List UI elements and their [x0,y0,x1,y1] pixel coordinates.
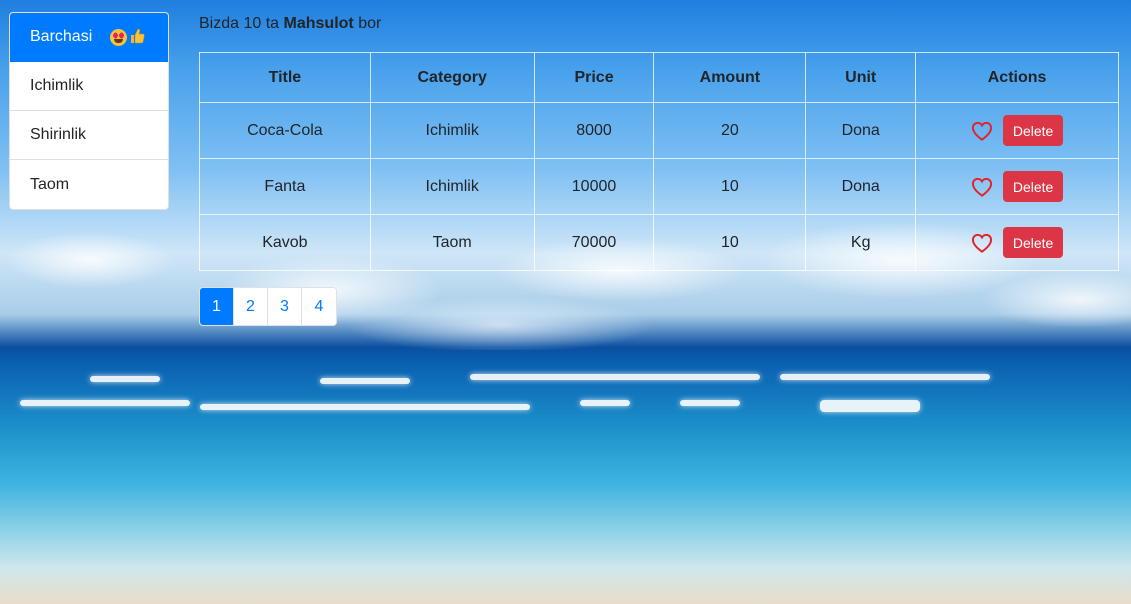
products-table: Title Category Price Amount Unit Actions… [199,52,1119,271]
header-price: Price [533,52,655,103]
info-suffix: bor [358,15,382,32]
pagination: 1 2 3 4 [199,287,337,326]
table-header-row: Title Category Price Amount Unit Actions [199,52,1119,103]
table-row: Coca-Cola Ichimlik 8000 20 Dona Delete [199,102,1119,159]
sidebar-item-label: Barchasi [30,28,93,45]
thumbs-up-emoji-icon [129,28,145,47]
cell-amount: 10 [653,158,807,215]
cell-actions: Delete [915,158,1119,215]
cell-amount: 10 [653,214,807,271]
cell-unit: Dona [805,158,917,215]
table-row: Fanta Ichimlik 10000 10 Dona Delete [199,158,1119,215]
cell-unit: Kg [805,214,917,271]
cell-price: 10000 [533,158,655,215]
cell-title: Kavob [199,214,371,271]
sidebar-item-shirinlik[interactable]: Shirinlik [10,111,168,160]
star-struck-emoji-icon [110,28,128,46]
sidebar-item-barchasi[interactable]: Barchasi [10,13,168,62]
header-amount: Amount [653,52,807,103]
heart-icon[interactable] [971,233,993,253]
page-1-button[interactable]: 1 [200,288,234,325]
cell-title: Fanta [199,158,371,215]
cell-title: Coca-Cola [199,102,371,159]
cell-actions: Delete [915,102,1119,159]
category-sidebar: Barchasi Ichimlik Shirinlik Taom [9,12,169,210]
info-highlight: Mahsulot [283,15,354,32]
sidebar-item-taom[interactable]: Taom [10,160,168,209]
header-actions: Actions [915,52,1119,103]
cell-category: Ichimlik [369,102,535,159]
header-unit: Unit [805,52,917,103]
info-prefix: Bizda 10 ta [199,15,280,32]
cell-category: Ichimlik [369,158,535,215]
delete-button[interactable]: Delete [1002,171,1064,202]
header-title: Title [199,52,371,103]
table-row: Kavob Taom 70000 10 Kg Delete [199,214,1119,271]
sidebar-item-label: Taom [30,175,70,193]
page-3-button[interactable]: 3 [268,288,302,325]
sidebar-item-label: Ichimlik [30,77,84,94]
sidebar-item-label: Shirinlik [30,126,87,143]
delete-button[interactable]: Delete [1002,227,1064,258]
cell-category: Taom [369,214,535,271]
cell-price: 8000 [533,102,655,159]
sidebar-item-ichimlik[interactable]: Ichimlik [10,62,168,111]
cell-actions: Delete [915,214,1119,271]
heart-icon[interactable] [971,121,993,141]
cell-amount: 20 [653,102,807,159]
page-2-button[interactable]: 2 [234,288,268,325]
cell-unit: Dona [805,102,917,159]
delete-button[interactable]: Delete [1002,115,1064,146]
page-4-button[interactable]: 4 [302,288,336,325]
header-category: Category [369,52,535,103]
background-waves [0,370,1131,430]
sidebar-emojis [110,28,145,47]
heart-icon[interactable] [971,177,993,197]
product-count-info: Bizda 10 ta Mahsulot bor [199,15,381,33]
cell-price: 70000 [533,214,655,271]
